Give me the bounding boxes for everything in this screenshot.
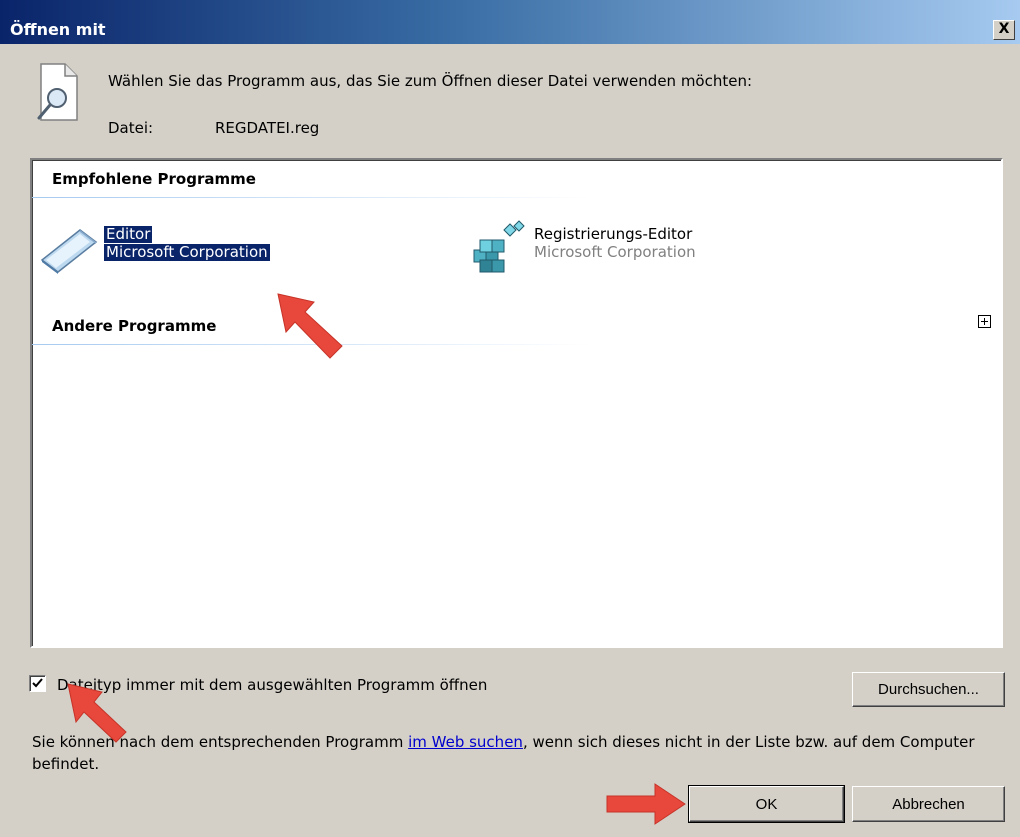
notepad-icon	[40, 229, 98, 274]
file-label: Datei:	[108, 119, 154, 137]
always-use-checkbox[interactable]	[29, 675, 46, 692]
regedit-icon	[473, 220, 525, 273]
annotation-arrow-checkbox	[67, 683, 127, 743]
recommended-programs-header: Empfohlene Programme	[52, 170, 256, 188]
program-item-regedit[interactable]: Registrierungs-Editor Microsoft Corporat…	[466, 220, 746, 280]
annotation-arrow-ok	[606, 783, 686, 825]
close-icon: X	[998, 21, 1010, 37]
program-item-editor[interactable]: Editor Microsoft Corporation	[36, 220, 326, 280]
close-button[interactable]: X	[993, 20, 1015, 40]
info-text: Sie können nach dem entsprechenden Progr…	[32, 731, 992, 775]
instruction-text: Wählen Sie das Programm aus, das Sie zum…	[108, 72, 753, 90]
annotation-arrow-editor	[277, 293, 343, 359]
program-list[interactable]: Empfohlene Programme Editor Microsoft Co…	[30, 158, 1003, 648]
file-name: REGDATEI.reg	[215, 119, 320, 137]
cancel-button[interactable]: Abbrechen	[852, 786, 1005, 822]
file-search-icon	[37, 63, 78, 121]
ok-button[interactable]: OK	[688, 785, 845, 823]
program-name: Registrierungs-Editor	[534, 225, 693, 243]
title-bar[interactable]: Öffnen mit X	[0, 0, 1020, 44]
group-divider	[32, 197, 592, 198]
window-title: Öffnen mit	[10, 20, 106, 39]
other-programs-header: Andere Programme	[52, 317, 217, 335]
program-name: Editor	[104, 225, 153, 243]
program-company: Microsoft Corporation	[534, 243, 696, 261]
browse-button[interactable]: Durchsuchen...	[852, 672, 1005, 707]
program-company: Microsoft Corporation	[104, 243, 270, 261]
expand-other-programs-icon[interactable]	[978, 315, 991, 328]
checkmark-icon	[32, 678, 43, 688]
web-search-link[interactable]: im Web suchen	[408, 733, 523, 751]
